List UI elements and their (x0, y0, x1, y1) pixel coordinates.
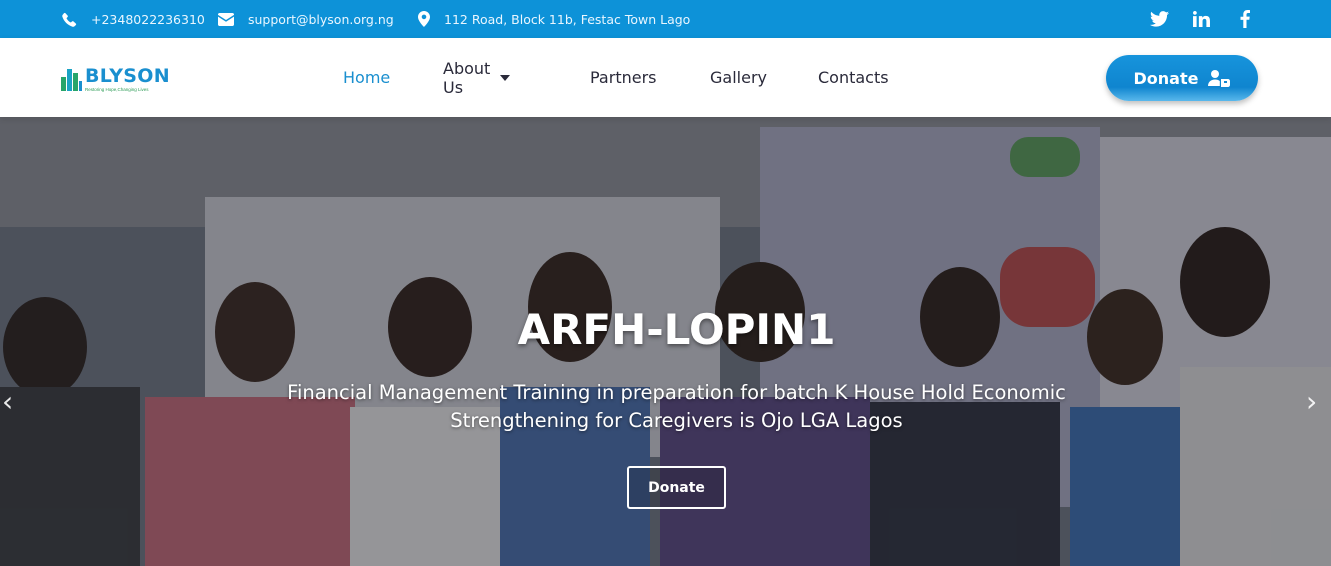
facebook-icon (1240, 10, 1250, 28)
chevron-left-icon[interactable]: ‹ (2, 385, 13, 418)
linkedin-icon (1193, 11, 1210, 27)
slide-donate-button[interactable]: Donate (627, 466, 726, 509)
hero-slider: ARFH-LOPIN1 Financial Management Trainin… (0, 117, 1331, 566)
nav-partners-label: Partners (590, 68, 657, 87)
site-header: BLYSON Restoring Hope,Changing Lives Hom… (0, 38, 1331, 117)
address-text: 112 Road, Block 11b, Festac Town Lago (444, 11, 691, 27)
envelope-icon (218, 12, 234, 26)
nav-partners[interactable]: Partners (590, 38, 656, 117)
nav-about-us[interactable]: About Us (443, 38, 511, 117)
header-donate-button[interactable]: Donate (1106, 55, 1258, 101)
top-contact-bar: +2348022236310 support@blyson.org.ng 112… (0, 0, 1331, 38)
user-hand-icon (1208, 69, 1231, 87)
email-contact[interactable]: support@blyson.org.ng (218, 0, 394, 38)
slide-title: ARFH-LOPIN1 (517, 305, 836, 354)
chevron-down-icon (500, 74, 511, 81)
chevron-right-icon[interactable]: › (1306, 385, 1317, 418)
slide-donate-label: Donate (648, 479, 705, 496)
nav-home[interactable]: Home (343, 38, 390, 117)
logo-name: BLYSON (85, 65, 170, 87)
header-donate-label: Donate (1133, 68, 1199, 88)
nav-home-label: Home (343, 68, 391, 87)
facebook-link[interactable] (1240, 0, 1250, 38)
phone-icon (62, 12, 77, 27)
logo-mark-icon (61, 68, 83, 91)
address-contact: 112 Road, Block 11b, Festac Town Lago (418, 0, 690, 38)
phone-text: +2348022236310 (91, 11, 205, 27)
phone-contact[interactable]: +2348022236310 (62, 0, 205, 38)
nav-contacts[interactable]: Contacts (818, 38, 889, 117)
map-pin-icon (418, 11, 430, 27)
slide-subtitle: Financial Management Training in prepara… (287, 381, 1066, 432)
twitter-link[interactable] (1150, 0, 1169, 38)
twitter-icon (1150, 11, 1169, 27)
nav-about-us-label: About Us (443, 58, 491, 97)
logo-tagline: Restoring Hope,Changing Lives (85, 87, 149, 92)
nav-gallery[interactable]: Gallery (710, 38, 767, 117)
linkedin-link[interactable] (1193, 0, 1210, 38)
nav-gallery-label: Gallery (710, 68, 767, 87)
nav-contacts-label: Contacts (818, 68, 889, 87)
site-logo[interactable]: BLYSON Restoring Hope,Changing Lives (61, 67, 170, 92)
email-text: support@blyson.org.ng (248, 11, 394, 27)
